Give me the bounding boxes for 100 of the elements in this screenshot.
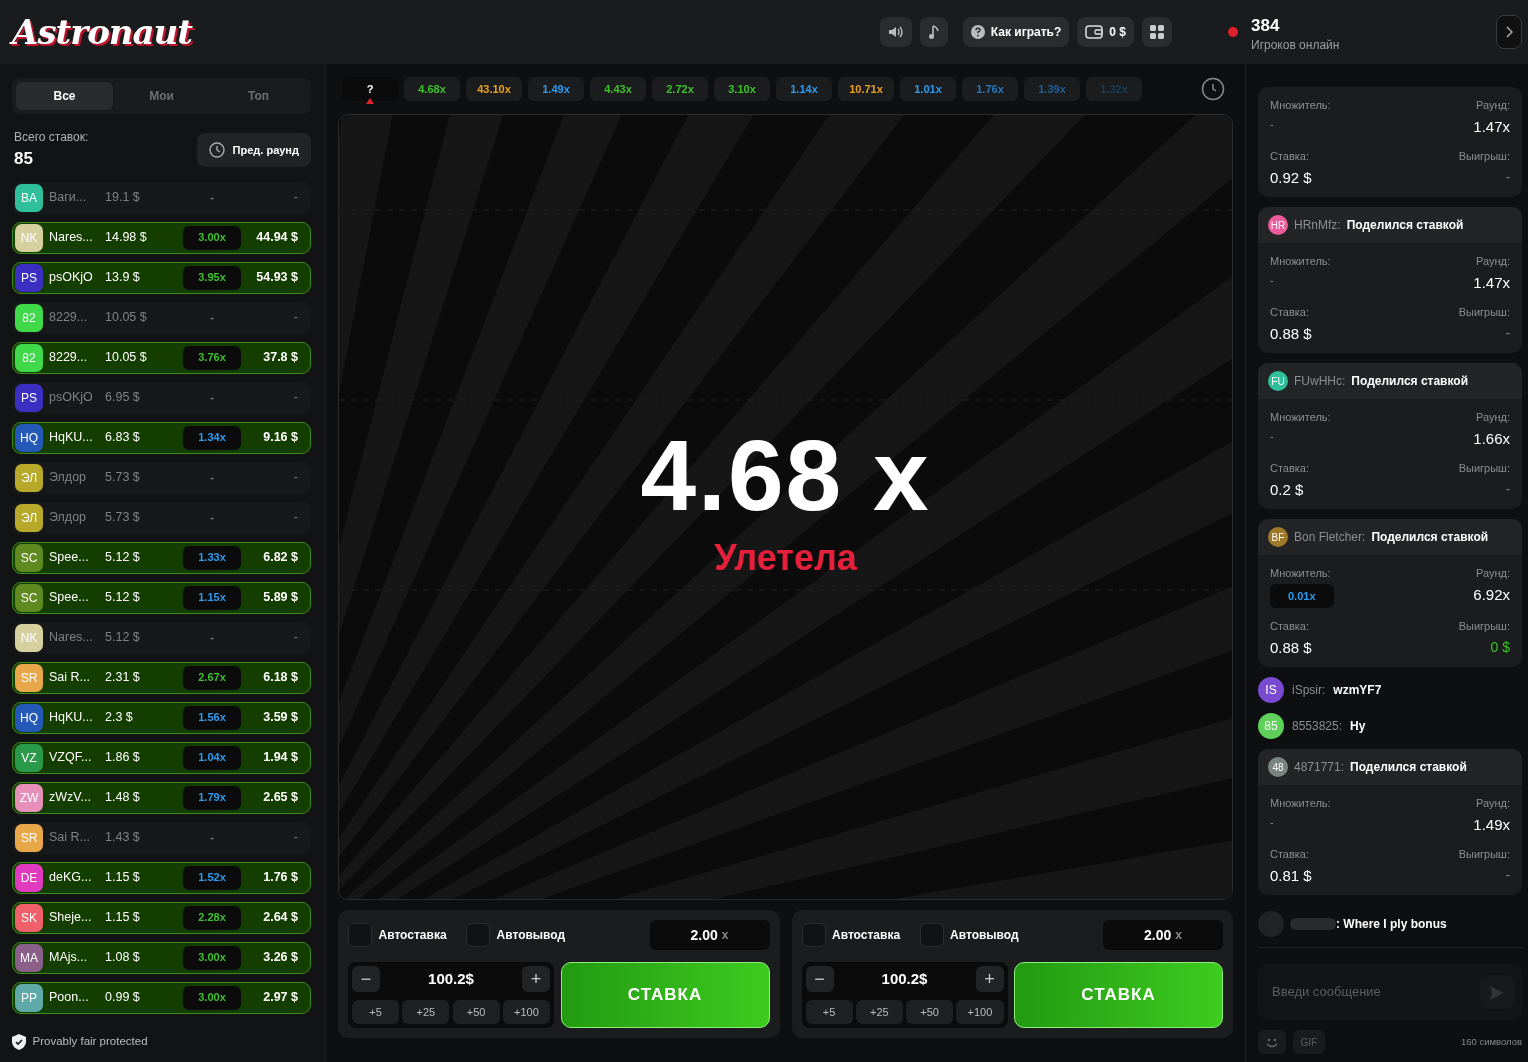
avatar-icon: HQ	[15, 423, 43, 452]
collapse-button[interactable]	[1496, 15, 1522, 49]
help-button[interactable]: Как играть?	[962, 17, 1070, 47]
quick-amount-button[interactable]: +50	[906, 1000, 954, 1024]
checkbox[interactable]	[466, 923, 491, 947]
multiplier-value: 3.00x	[198, 950, 226, 966]
quick-amount-button[interactable]: +100	[956, 1000, 1004, 1024]
chat-username: Bon Fletcher:	[1294, 529, 1366, 546]
plus-button[interactable]: +	[975, 966, 1004, 992]
chat-text: Поделился ставкой	[1346, 217, 1464, 234]
avatar-icon: BF	[1268, 527, 1288, 547]
history-clock-icon[interactable]	[1201, 77, 1225, 101]
player-name: Spee...	[49, 549, 90, 567]
quick-amount-button[interactable]: +25	[855, 1000, 903, 1024]
history-multiplier[interactable]: 1.14x	[776, 77, 832, 101]
history-multiplier[interactable]: 3.10x	[714, 77, 770, 101]
crash-multiplier: 4.68 x	[640, 425, 931, 525]
win-value: -	[1504, 323, 1510, 342]
win-amount: -	[292, 309, 298, 327]
minus-button[interactable]: −	[805, 966, 834, 992]
avatar-icon: FU	[1268, 371, 1288, 391]
quick-amount-button[interactable]: +5	[805, 1000, 853, 1024]
history-multiplier[interactable]: 2.72x	[652, 77, 708, 101]
bet-amount: 1.48 $	[105, 789, 141, 807]
history-multiplier[interactable]: ?	[342, 77, 398, 101]
win-amount: -	[292, 629, 298, 647]
player-name: 8229...	[49, 349, 89, 367]
message-field[interactable]: Введи сообщение	[1270, 981, 1480, 1003]
win-amount: 6.82 $	[262, 549, 298, 567]
provably-fair-text: Provably fair protected	[32, 1034, 148, 1050]
quick-amount-button[interactable]: +50	[452, 1000, 500, 1024]
history-multiplier[interactable]: 1.49x	[528, 77, 584, 101]
bet-amount: 2.31 $	[105, 669, 141, 687]
music-button[interactable]	[920, 17, 949, 47]
char-limit-text: 160 символов	[1460, 1034, 1522, 1049]
multiplier-value: -	[210, 630, 214, 646]
menu-button[interactable]	[1142, 17, 1172, 47]
cashout-field[interactable]: 2.00 x	[1103, 920, 1223, 950]
amount-field[interactable]: 100.2$	[380, 967, 522, 991]
sound-button[interactable]	[880, 17, 913, 47]
round-value: 6.92x	[1472, 584, 1510, 605]
quick-amount-button[interactable]: +100	[502, 1000, 550, 1024]
history-multiplier[interactable]: 10.71x	[838, 77, 894, 101]
win-amount: -	[292, 509, 298, 527]
avatar-icon: SR	[15, 663, 43, 692]
history-multiplier[interactable]: 43.10x	[466, 77, 522, 101]
chat-username: 4871771:	[1294, 759, 1345, 776]
bets-tab[interactable]: Все	[16, 82, 113, 110]
chat-text: Поделился ставкой	[1371, 529, 1489, 546]
player-name: zWzV...	[49, 789, 92, 807]
win-value: -	[1504, 167, 1510, 186]
quick-amount-button[interactable]: +5	[352, 1000, 400, 1024]
cashout-field[interactable]: 2.00 x	[649, 920, 770, 950]
plus-button[interactable]: +	[522, 966, 550, 992]
avatar-icon: PS	[15, 263, 43, 292]
field-label: Ставка:	[1270, 305, 1311, 320]
history-multiplier[interactable]: 4.43x	[590, 77, 646, 101]
win-amount: 54.93 $	[255, 269, 298, 287]
chat-text: wzmYF7	[1333, 682, 1382, 699]
amount-field[interactable]: 100.2$	[833, 967, 976, 991]
send-icon	[1490, 985, 1504, 1000]
win-value: -	[1504, 479, 1510, 498]
field-label: Выигрыш:	[1457, 619, 1510, 634]
question-icon	[970, 25, 985, 39]
bet-amount: 1.08 $	[105, 949, 141, 967]
player-name: Spee...	[49, 589, 90, 607]
win-amount: 1.94 $	[262, 749, 298, 767]
wallet-button[interactable]: 0 $	[1077, 17, 1134, 47]
checkbox[interactable]	[919, 923, 944, 947]
chat-username: 8553825:	[1292, 718, 1343, 735]
multiplier-value: 1.52x	[198, 870, 226, 886]
win-amount: -	[292, 469, 298, 487]
player-name: Nares...	[49, 629, 94, 647]
history-multiplier[interactable]: 4.68x	[404, 77, 460, 101]
quick-amount-button[interactable]: +25	[402, 1000, 450, 1024]
message-box[interactable]: Введи сообщение	[1258, 964, 1522, 1020]
online-dot-icon	[1228, 27, 1238, 37]
checkbox[interactable]	[348, 923, 372, 947]
bet-amount: 19.1 $	[105, 189, 141, 207]
chat-text: Ну	[1350, 718, 1366, 735]
previous-round-button[interactable]: Пред. раунд	[196, 132, 311, 167]
history-multiplier[interactable]: 1.01x	[900, 77, 956, 101]
history-multiplier[interactable]: 1.76x	[962, 77, 1018, 101]
emoji-button[interactable]	[1258, 1030, 1286, 1054]
win-amount: 6.18 $	[262, 669, 298, 687]
player-name: Poon...	[49, 989, 90, 1007]
online-count: 384	[1251, 15, 1281, 38]
field-label: Раунд:	[1475, 254, 1510, 269]
chat-text: Поделился ставкой	[1351, 373, 1469, 390]
win-amount: 5.89 $	[262, 589, 298, 607]
shield-icon	[12, 1034, 26, 1050]
multiplier-value: 1.04x	[198, 750, 226, 766]
player-name: Sai R...	[49, 829, 91, 847]
checkbox[interactable]	[801, 923, 826, 947]
chat-text: Поделился ставкой	[1350, 759, 1467, 776]
field-label: Выигрыш:	[1457, 461, 1510, 476]
multiplier-value: 1.33x	[198, 550, 226, 566]
minus-button[interactable]: −	[352, 966, 380, 992]
avatar-icon: SR	[15, 823, 43, 852]
avatar-icon: HR	[1268, 215, 1288, 235]
